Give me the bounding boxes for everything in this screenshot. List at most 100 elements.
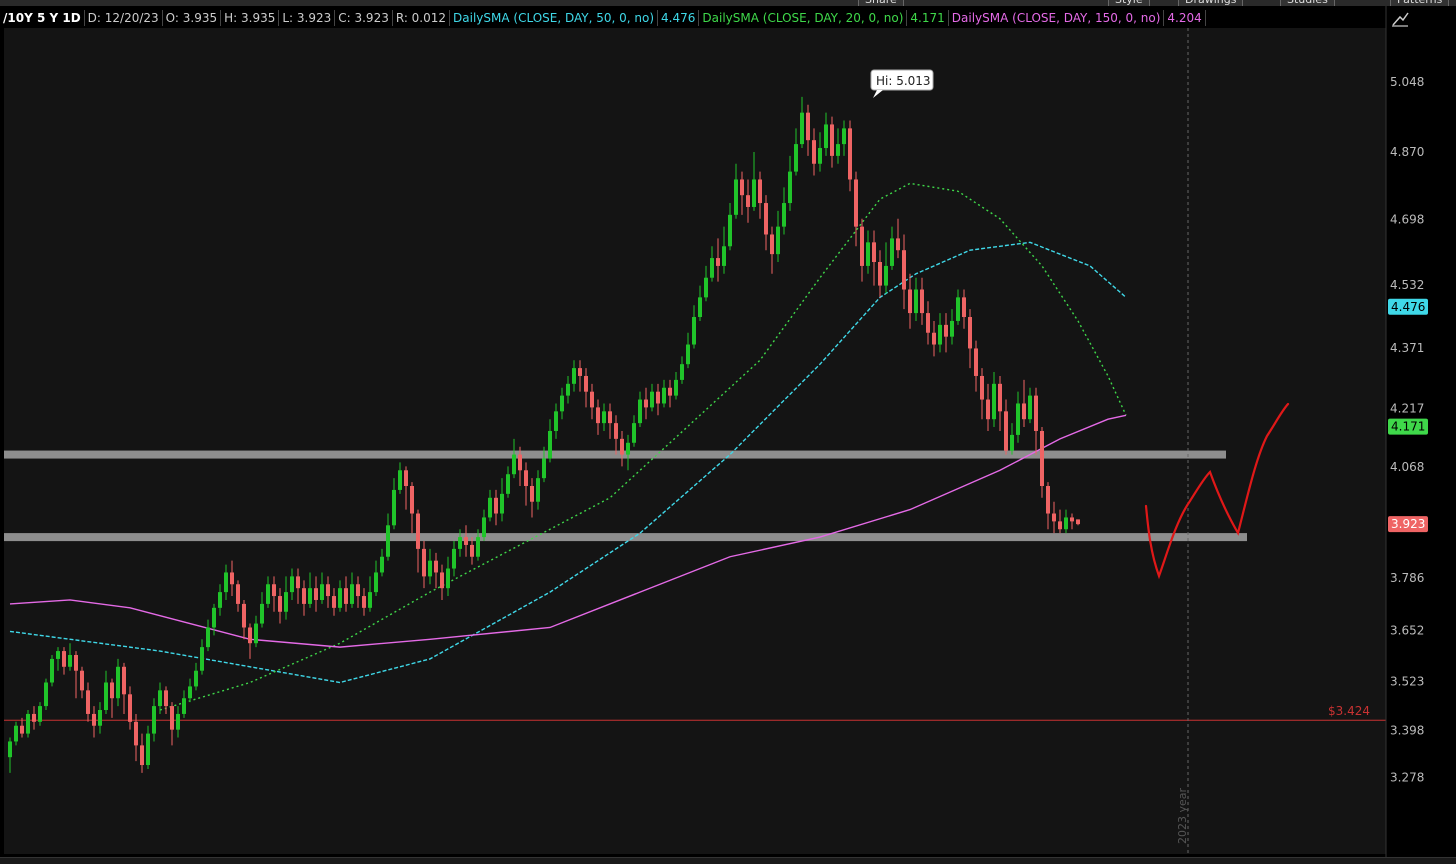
candle-body bbox=[278, 596, 282, 612]
candle-body bbox=[566, 383, 570, 396]
candle-body bbox=[650, 391, 654, 408]
candle-body bbox=[1058, 521, 1062, 530]
candle-body bbox=[596, 407, 600, 424]
candle-body bbox=[224, 572, 228, 593]
candle-body bbox=[80, 670, 84, 691]
candle-body bbox=[608, 411, 612, 424]
candle-body bbox=[182, 698, 186, 714]
candle-body bbox=[752, 179, 756, 207]
candle-body bbox=[512, 454, 516, 475]
candle-body bbox=[1064, 517, 1068, 530]
candle-body bbox=[782, 203, 786, 227]
candle-body bbox=[518, 454, 522, 471]
candle-body bbox=[386, 525, 390, 557]
candle-body bbox=[536, 478, 540, 502]
candle-body bbox=[68, 654, 72, 667]
candle-body bbox=[1034, 395, 1038, 431]
y-tick-label: 5.048 bbox=[1390, 75, 1424, 89]
candle-body bbox=[908, 289, 912, 314]
price-tag-label: 3.923 bbox=[1391, 517, 1425, 531]
sma50-label[interactable]: DailySMA (CLOSE, DAY, 50, 0, no) bbox=[450, 10, 659, 26]
candle-body bbox=[56, 651, 60, 659]
range-label: R: 0.012 bbox=[393, 10, 451, 26]
candle-body bbox=[416, 513, 420, 549]
candle-body bbox=[554, 411, 558, 431]
candle-body bbox=[380, 556, 384, 573]
candle-body bbox=[26, 713, 30, 734]
candle-body bbox=[296, 576, 300, 589]
candle-body bbox=[620, 438, 624, 455]
candle-body bbox=[218, 592, 222, 608]
candle-body bbox=[746, 195, 750, 207]
year-marker-label: 2023 year bbox=[1176, 787, 1189, 844]
candle-body bbox=[272, 584, 276, 597]
candle-body bbox=[872, 242, 876, 262]
candle-body bbox=[212, 607, 216, 628]
candle-body bbox=[986, 399, 990, 420]
sma20-label[interactable]: DailySMA (CLOSE, DAY, 20, 0, no) bbox=[699, 10, 908, 26]
candle-body bbox=[638, 399, 642, 424]
candle-body bbox=[236, 584, 240, 604]
drawing-tool-icon[interactable] bbox=[1390, 8, 1410, 28]
candle-body bbox=[1076, 519, 1080, 525]
candle-body bbox=[266, 584, 270, 604]
candle-body bbox=[1016, 403, 1020, 435]
sma150-value: 4.204 bbox=[1164, 10, 1206, 26]
candle-body bbox=[854, 179, 858, 227]
sma150-label[interactable]: DailySMA (CLOSE, DAY, 150, 0, no) bbox=[949, 10, 1165, 26]
candle-body bbox=[332, 596, 336, 608]
support-band[interactable] bbox=[4, 533, 1247, 542]
candle-body bbox=[482, 517, 486, 538]
candle-body bbox=[764, 203, 768, 235]
candle-body bbox=[524, 470, 528, 487]
candle-body bbox=[254, 623, 258, 644]
candle-body bbox=[116, 666, 120, 699]
y-tick-label: 3.523 bbox=[1390, 674, 1424, 688]
candle-body bbox=[170, 706, 174, 730]
symbol-label[interactable]: /10Y 5 Y 1D bbox=[0, 10, 85, 26]
price-tag-label: 4.476 bbox=[1391, 300, 1425, 314]
candle-body bbox=[44, 682, 48, 707]
candle-body bbox=[110, 682, 114, 699]
candle-body bbox=[374, 572, 378, 593]
candle-body bbox=[788, 171, 792, 204]
candle-body bbox=[410, 486, 414, 514]
candle-body bbox=[584, 375, 588, 392]
candle-body bbox=[614, 423, 618, 439]
candle-body bbox=[8, 741, 12, 758]
candle-body bbox=[314, 588, 318, 600]
candle-body bbox=[152, 706, 156, 734]
candle-body bbox=[392, 489, 396, 526]
candle[interactable] bbox=[44, 678, 48, 711]
candle-body bbox=[866, 242, 870, 266]
candle-body bbox=[578, 368, 582, 376]
candle-body bbox=[668, 387, 672, 396]
candle-body bbox=[506, 474, 510, 494]
candle-body bbox=[1028, 395, 1032, 420]
candle-body bbox=[548, 430, 552, 459]
candle[interactable] bbox=[50, 654, 54, 687]
candle-body bbox=[20, 725, 24, 734]
candle-body bbox=[326, 584, 330, 597]
candle-body bbox=[440, 572, 444, 589]
candle-body bbox=[338, 588, 342, 608]
candle-body bbox=[1046, 486, 1050, 514]
candle-body bbox=[194, 670, 198, 687]
price-chart[interactable]: $3.424 2023 year 5.048 4.870 4.698 4.532 4.37… bbox=[0, 6, 1456, 860]
candle-body bbox=[962, 297, 966, 318]
candle-body bbox=[476, 537, 480, 557]
candle-body bbox=[716, 258, 720, 266]
candle-body bbox=[644, 399, 648, 408]
y-tick-label: 3.652 bbox=[1390, 624, 1424, 638]
candle-body bbox=[884, 265, 888, 286]
candle-body bbox=[260, 603, 264, 624]
y-tick-label: 3.786 bbox=[1390, 571, 1424, 585]
candle-body bbox=[176, 713, 180, 730]
candle[interactable] bbox=[26, 710, 30, 738]
candle-body bbox=[632, 423, 636, 443]
candle-body bbox=[932, 332, 936, 345]
candle-body bbox=[320, 584, 324, 600]
candle-body bbox=[656, 391, 660, 404]
candle-body bbox=[836, 144, 840, 156]
candle-body bbox=[488, 497, 492, 518]
